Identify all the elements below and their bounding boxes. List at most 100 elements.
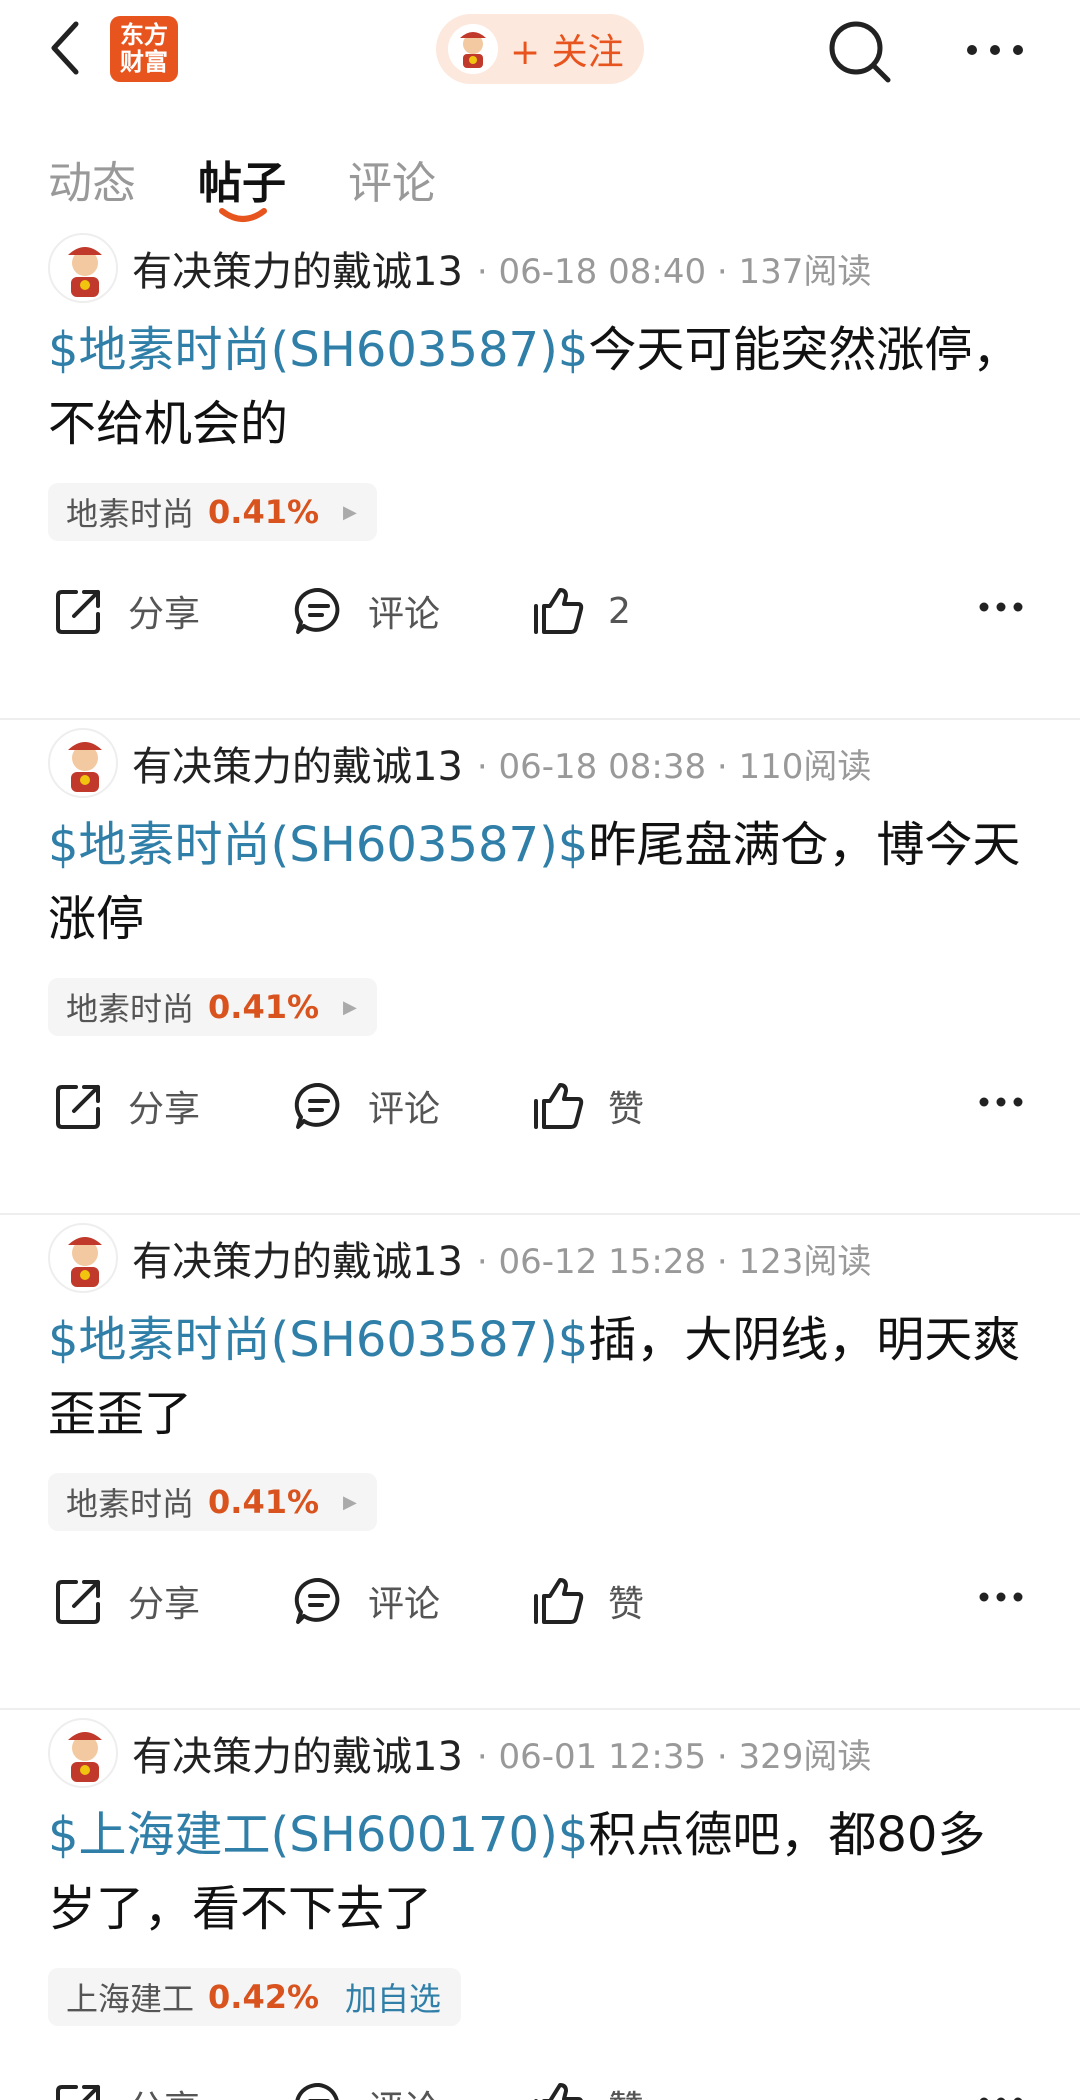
author-avatar-icon[interactable] bbox=[48, 233, 118, 303]
comment-icon bbox=[295, 2082, 339, 2100]
share-button[interactable]: 分享 bbox=[52, 1563, 200, 1639]
post-card[interactable]: 有决策力的戴诚13 · 06-12 15:28 · 123阅读 $地素时尚(SH… bbox=[0, 1215, 1080, 1710]
author-avatar-icon[interactable] bbox=[48, 1223, 118, 1293]
comment-icon bbox=[294, 587, 340, 634]
comment-button[interactable]: 评论 bbox=[292, 1563, 440, 1639]
thumbs-up-icon bbox=[534, 1578, 584, 1624]
thumbs-up-icon bbox=[534, 1083, 584, 1129]
like-label: 赞 bbox=[608, 1584, 645, 1625]
post-header: 有决策力的戴诚13 · 06-18 08:40 · 137阅读 bbox=[48, 233, 871, 303]
stock-chip-change: 0.42% bbox=[208, 1978, 320, 2016]
post-content[interactable]: $地素时尚(SH603587)$插，大阴线，明天爽歪歪了 bbox=[48, 1303, 1028, 1451]
play-arrow-icon: ▶ bbox=[343, 1491, 357, 1513]
stock-chip[interactable]: 地素时尚 0.41% ▶ bbox=[48, 483, 377, 541]
stock-chip-name: 地素时尚 bbox=[66, 495, 195, 533]
post-card[interactable]: 有决策力的戴诚13 · 06-01 12:35 · 329阅读 $上海建工(SH… bbox=[0, 1710, 1080, 2100]
stock-chip-change: 0.41% bbox=[208, 1483, 320, 1521]
post-content[interactable]: $地素时尚(SH603587)$今天可能突然涨停，不给机会的 bbox=[48, 313, 1028, 461]
thumbs-up-icon bbox=[534, 588, 584, 634]
stock-tag-link[interactable]: $上海建工(SH600170)$ bbox=[48, 1807, 588, 1863]
user-avatar-icon bbox=[448, 24, 498, 74]
app-logo-text: 东方财富 bbox=[120, 21, 168, 76]
share-icon bbox=[56, 2085, 100, 2100]
post-actions: 分享 评论 2 bbox=[0, 573, 1080, 649]
share-button[interactable]: 分享 bbox=[52, 2068, 200, 2100]
post-header: 有决策力的戴诚13 · 06-18 08:38 · 110阅读 bbox=[48, 728, 871, 798]
like-button[interactable]: 2 bbox=[530, 573, 631, 649]
post-header: 有决策力的戴诚13 · 06-12 15:28 · 123阅读 bbox=[48, 1223, 871, 1293]
like-button[interactable]: 赞 bbox=[530, 1563, 644, 1639]
comment-label: 评论 bbox=[368, 2080, 440, 2100]
comment-label: 评论 bbox=[368, 594, 441, 635]
share-label: 分享 bbox=[128, 594, 201, 635]
stock-tag-link[interactable]: $地素时尚(SH603587)$ bbox=[48, 817, 588, 873]
post-actions: 分享 评论 赞 bbox=[0, 2068, 1080, 2100]
comment-icon bbox=[294, 1082, 340, 1129]
post-more-icon[interactable] bbox=[976, 1577, 1026, 1621]
active-tab-indicator bbox=[218, 205, 268, 225]
share-button[interactable]: 分享 bbox=[52, 573, 200, 649]
stock-chip[interactable]: 地素时尚 0.41% ▶ bbox=[48, 1473, 377, 1531]
stock-chip[interactable]: 地素时尚 0.41% ▶ bbox=[48, 978, 377, 1036]
stock-chip-name: 上海建工 bbox=[66, 1980, 195, 2018]
share-label: 分享 bbox=[128, 2080, 200, 2100]
post-meta: · 06-18 08:38 · 110阅读 bbox=[476, 746, 872, 787]
comment-button[interactable]: 评论 bbox=[292, 2068, 440, 2100]
post-content[interactable]: $地素时尚(SH603587)$昨尾盘满仓，博今天涨停 bbox=[48, 808, 1028, 956]
tab-tiezi[interactable]: 帖子 bbox=[198, 147, 286, 211]
author-name[interactable]: 有决策力的戴诚13 bbox=[132, 734, 463, 792]
stock-chip[interactable]: 上海建工 0.42% 加自选 bbox=[48, 1968, 462, 2026]
play-arrow-icon: ▶ bbox=[343, 996, 357, 1018]
search-icon[interactable] bbox=[826, 18, 896, 88]
back-arrow-icon[interactable] bbox=[44, 18, 94, 78]
like-button[interactable]: 赞 bbox=[530, 2068, 644, 2100]
share-label: 分享 bbox=[128, 1584, 201, 1625]
stock-tag-link[interactable]: $地素时尚(SH603587)$ bbox=[48, 322, 588, 378]
post-header: 有决策力的戴诚13 · 06-01 12:35 · 329阅读 bbox=[48, 1718, 871, 1788]
like-button[interactable]: 赞 bbox=[530, 1068, 644, 1144]
stock-tag-link[interactable]: $地素时尚(SH603587)$ bbox=[48, 1312, 588, 1368]
author-avatar-icon[interactable] bbox=[48, 728, 118, 798]
play-arrow-icon: ▶ bbox=[343, 501, 357, 523]
thumbs-up-icon bbox=[534, 2083, 583, 2100]
author-name[interactable]: 有决策力的戴诚13 bbox=[132, 239, 463, 297]
comment-label: 评论 bbox=[368, 1089, 441, 1130]
share-icon bbox=[56, 590, 100, 634]
stock-chip-name: 地素时尚 bbox=[66, 1485, 195, 1523]
share-icon bbox=[56, 1580, 100, 1624]
comment-button[interactable]: 评论 bbox=[292, 1068, 440, 1144]
share-button[interactable]: 分享 bbox=[52, 1068, 200, 1144]
follow-button[interactable]: + 关注 bbox=[436, 14, 644, 84]
post-more-icon[interactable] bbox=[976, 1082, 1026, 1126]
like-label: 赞 bbox=[608, 2080, 644, 2100]
tab-bar: 动态 帖子 评论 bbox=[0, 135, 1080, 222]
comment-label: 评论 bbox=[368, 1584, 441, 1625]
author-name[interactable]: 有决策力的戴诚13 bbox=[132, 1229, 463, 1287]
post-actions: 分享 评论 赞 bbox=[0, 1068, 1080, 1144]
stock-chip-change: 0.41% bbox=[208, 988, 320, 1026]
add-watchlist-button[interactable]: 加自选 bbox=[345, 1974, 441, 2020]
post-meta: · 06-18 08:40 · 137阅读 bbox=[476, 251, 872, 292]
share-icon bbox=[56, 1085, 100, 1129]
author-name[interactable]: 有决策力的戴诚13 bbox=[132, 1724, 463, 1782]
share-label: 分享 bbox=[128, 1089, 201, 1130]
author-avatar-icon[interactable] bbox=[48, 1718, 118, 1788]
post-more-icon[interactable] bbox=[976, 2082, 1026, 2100]
top-bar: 东方财富 + 关注 bbox=[0, 0, 1080, 105]
tab-dongtai[interactable]: 动态 bbox=[48, 147, 136, 211]
comment-button[interactable]: 评论 bbox=[292, 573, 440, 649]
app-logo: 东方财富 bbox=[110, 16, 178, 82]
post-meta: · 06-12 15:28 · 123阅读 bbox=[476, 1241, 872, 1282]
post-more-icon[interactable] bbox=[976, 587, 1026, 631]
stock-chip-name: 地素时尚 bbox=[66, 990, 195, 1028]
like-label: 赞 bbox=[608, 1089, 645, 1130]
post-card[interactable]: 有决策力的戴诚13 · 06-18 08:40 · 137阅读 $地素时尚(SH… bbox=[0, 225, 1080, 720]
post-meta: · 06-01 12:35 · 329阅读 bbox=[476, 1736, 872, 1777]
tab-pinglun[interactable]: 评论 bbox=[348, 147, 436, 211]
comment-icon bbox=[294, 1577, 340, 1624]
post-actions: 分享 评论 赞 bbox=[0, 1563, 1080, 1639]
post-card[interactable]: 有决策力的戴诚13 · 06-18 08:38 · 110阅读 $地素时尚(SH… bbox=[0, 720, 1080, 1215]
post-content[interactable]: $上海建工(SH600170)$积点德吧，都80多岁了，看不下去了 bbox=[48, 1798, 1028, 1946]
more-options-icon[interactable] bbox=[960, 30, 1030, 70]
follow-label: + 关注 bbox=[510, 32, 624, 73]
